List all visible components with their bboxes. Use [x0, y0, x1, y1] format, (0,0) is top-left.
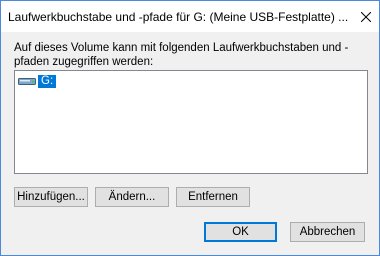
add-button[interactable]: Hinzufügen... — [14, 187, 88, 207]
description-text: Auf dieses Volume kann mit folgenden Lau… — [14, 42, 349, 68]
change-button[interactable]: Ändern... — [95, 187, 169, 207]
remove-button[interactable]: Entfernen — [176, 187, 250, 207]
ok-button[interactable]: OK — [204, 222, 277, 242]
drive-icon — [18, 78, 36, 85]
window-title: Laufwerkbuchstabe und -pfade für G: (Mei… — [8, 10, 349, 24]
dialog-window: Laufwerkbuchstabe und -pfade für G: (Mei… — [0, 0, 380, 256]
close-icon — [361, 12, 371, 22]
list-item-label: G: — [38, 74, 57, 88]
cancel-button[interactable]: Abbrechen — [290, 222, 365, 242]
title-bar[interactable]: Laufwerkbuchstabe und -pfade für G: (Mei… — [1, 1, 379, 32]
list-item[interactable]: G: — [18, 74, 57, 88]
close-button[interactable] — [353, 1, 379, 32]
drive-letter-list[interactable]: G: — [14, 70, 368, 174]
